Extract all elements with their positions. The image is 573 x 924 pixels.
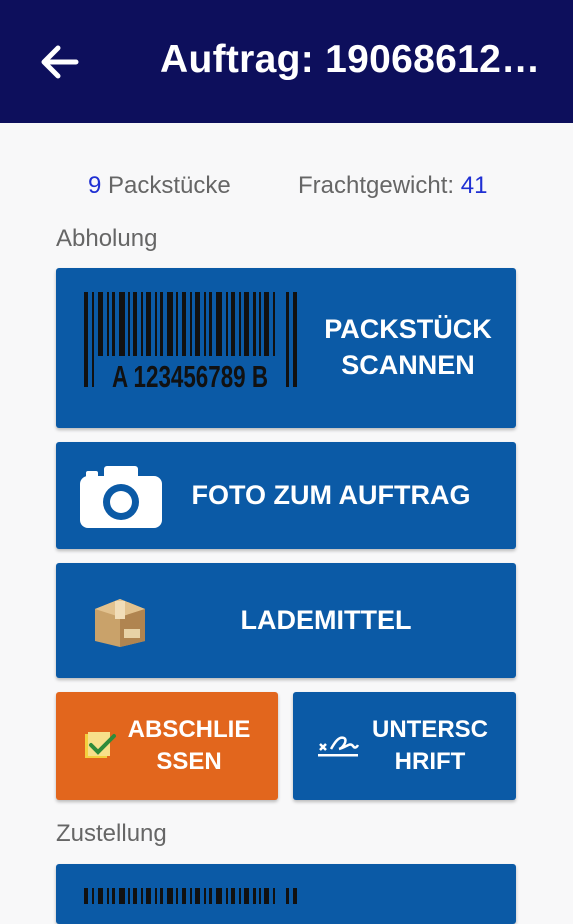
finish-button[interactable]: ABSCHLIE SSEN bbox=[56, 692, 278, 800]
scan-package-label: PACKSTÜCK SCANNEN bbox=[324, 314, 492, 380]
signature-label: UNTERSC HRIFT bbox=[371, 716, 488, 775]
freight-weight-label: Frachtgewicht: bbox=[298, 172, 455, 199]
barcode-icon bbox=[84, 888, 297, 904]
barcode-number: A 123456789 B bbox=[112, 359, 268, 392]
barcode-icon: A 123456789 B bbox=[84, 292, 297, 392]
scan-package-button[interactable]: A 123456789 B PACKSTÜCK SCANNEN bbox=[56, 268, 516, 428]
delivery-section-label: Zustellung bbox=[56, 820, 167, 847]
checklist-icon bbox=[85, 732, 116, 758]
delivery-scan-button[interactable] bbox=[56, 864, 516, 924]
loading-equipment-button[interactable]: LADEMITTEL bbox=[56, 563, 516, 678]
camera-icon bbox=[80, 466, 162, 528]
page-title: Auftrag: 19068612345678 bbox=[160, 38, 550, 81]
finish-label: ABSCHLIE SSEN bbox=[127, 716, 251, 775]
package-count-value: 9 bbox=[88, 172, 102, 199]
signature-button[interactable]: UNTERSC HRIFT bbox=[293, 692, 516, 800]
signature-icon bbox=[318, 736, 359, 757]
photo-label: FOTO ZUM AUFTRAG bbox=[191, 479, 471, 510]
loading-equipment-label: LADEMITTEL bbox=[240, 604, 412, 635]
arrow-left-icon[interactable] bbox=[38, 40, 82, 84]
app-bar: Auftrag: 19068612345678 bbox=[0, 0, 573, 123]
package-count-label: Packstücke bbox=[108, 172, 231, 199]
freight-weight-value: 41 bbox=[460, 172, 488, 199]
box-icon bbox=[95, 599, 145, 647]
pickup-section-label: Abholung bbox=[56, 225, 158, 252]
package-count: 9 Packstücke bbox=[88, 172, 231, 200]
freight-weight: Frachtgewicht: 41 bbox=[298, 172, 487, 200]
photo-button[interactable]: FOTO ZUM AUFTRAG bbox=[56, 442, 516, 549]
